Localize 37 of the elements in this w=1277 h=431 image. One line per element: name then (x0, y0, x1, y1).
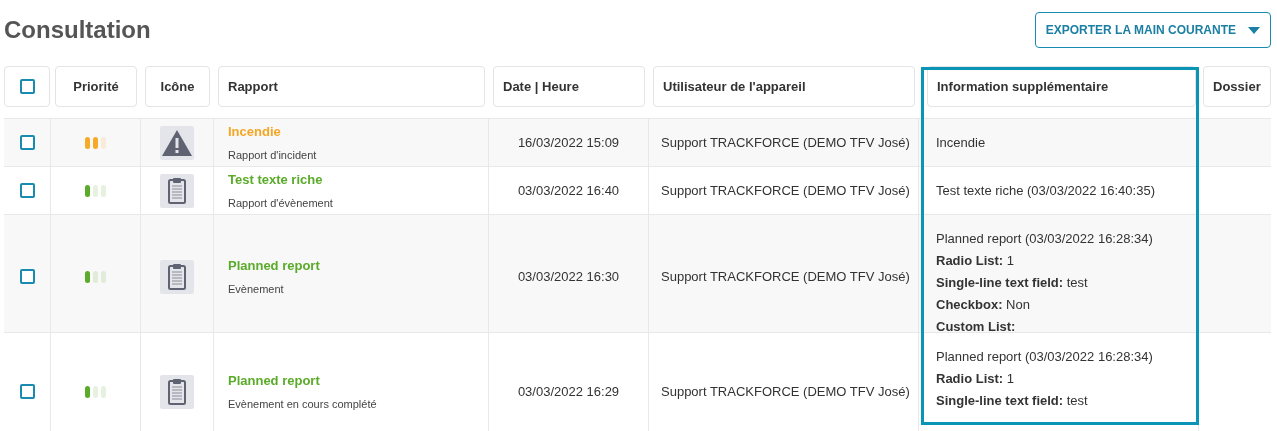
report-type: Rapport d'incident (228, 147, 317, 163)
column-header[interactable]: Priorité (55, 66, 137, 107)
date-time: 03/03/2022 16:40 (517, 181, 620, 200)
checkbox[interactable] (19, 135, 35, 150)
column-header[interactable]: Dossier (1203, 66, 1271, 107)
column-header[interactable]: Utilisateur de l'appareil (653, 66, 915, 107)
checkbox[interactable] (19, 79, 35, 94)
info-line: Planned report (03/03/2022 16:28:34) (936, 348, 1153, 366)
info-line: Test texte riche (03/03/2022 16:40:35) (936, 181, 1155, 200)
column-header[interactable]: Rapport (218, 66, 485, 107)
info-line: Incendie (936, 133, 986, 152)
date-time: 16/03/2022 15:09 (517, 133, 620, 152)
info-line: Radio List: 1 (936, 252, 1014, 270)
info-line: Planned report (03/03/2022 16:28:34) (936, 230, 1153, 248)
info-line: Single-line text field: test (936, 392, 1088, 410)
device-user: Support TRACKFORCE (DEMO TFV José) (661, 133, 910, 152)
checkbox[interactable] (19, 269, 35, 284)
device-user: Support TRACKFORCE (DEMO TFV José) (661, 382, 910, 401)
export-button[interactable]: EXPORTER LA MAIN COURANTE (1034, 12, 1271, 48)
checkbox[interactable] (19, 384, 35, 399)
column-header[interactable]: Information supplémentaire (927, 66, 1196, 107)
date-time: 03/03/2022 16:29 (517, 382, 620, 401)
report-type: Evènement (228, 281, 284, 297)
device-user: Support TRACKFORCE (DEMO TFV José) (661, 267, 910, 286)
caret-icon (1248, 26, 1260, 34)
column-header[interactable]: Date | Heure (493, 66, 645, 107)
checkbox[interactable] (19, 183, 35, 198)
info-line: Radio List: 1 (936, 370, 1014, 388)
info-line: Checkbox: Non (936, 296, 1030, 314)
info-line: Custom List: (936, 318, 1016, 336)
column-header[interactable]: Icône (145, 66, 210, 107)
report-type: Evènement en cours complété (228, 396, 377, 412)
device-user: Support TRACKFORCE (DEMO TFV José) (661, 181, 910, 200)
date-time: 03/03/2022 16:30 (517, 267, 620, 286)
info-line: Single-line text field: test (936, 274, 1088, 292)
page-title: Consultation (4, 15, 151, 45)
report-type: Rapport d'évènement (228, 195, 333, 211)
